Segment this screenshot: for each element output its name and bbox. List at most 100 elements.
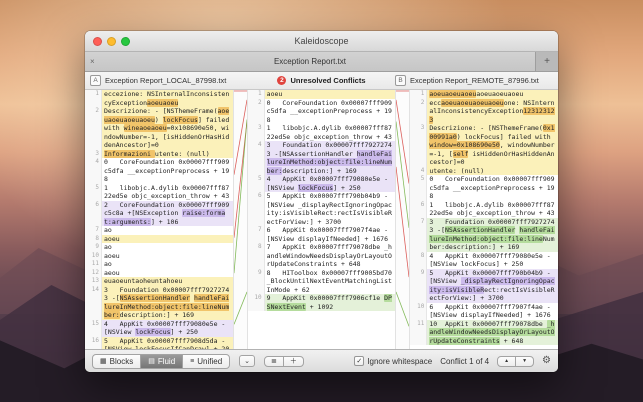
blocks-view-button[interactable]: ▦ Blocks — [93, 355, 141, 368]
window-titlebar[interactable]: Kaleidoscope — [85, 31, 558, 52]
minimize-button[interactable] — [107, 37, 116, 46]
code-text: aoeuaoeuaoeuaoeuaoeuaoeu — [427, 90, 558, 99]
ignore-whitespace-label: Ignore whitespace — [367, 357, 432, 366]
close-button[interactable] — [93, 37, 102, 46]
checkbox-check-icon[interactable]: ✓ — [354, 356, 364, 366]
line-number: 4 — [248, 141, 265, 175]
code-line[interactable]: 4utente: (null) — [410, 167, 558, 176]
code-text: aeou — [102, 269, 233, 278]
code-line: 31 libobjc.A.dylib 0x00007fff8722ed5e ob… — [248, 124, 396, 141]
code-text: 9 AppKit 0x00007fff7906cf1e DPSNextEvent… — [265, 294, 396, 311]
chevron-down-icon: ▼ — [522, 358, 527, 365]
view-mode-segmented-control: ▦ Blocks ▤ Fluid ≡ Unified — [92, 354, 230, 369]
code-text: 0 CoreFoundation 0x00007fff909c5dfa __ex… — [427, 175, 558, 201]
file-a-name: Exception Report_LOCAL_87998.txt — [105, 76, 226, 85]
fluid-icon: ▤ — [148, 358, 155, 365]
code-line[interactable]: 165 AppKit 0x00007fff7908d5da -[NSView l… — [85, 337, 233, 350]
code-line[interactable]: 109 AppKit 0x00007fff7906cf1e DPSNextEve… — [248, 294, 396, 311]
line-number: 2 — [410, 99, 427, 125]
code-line[interactable]: 43 Foundation 0x00007fff79272743 -[NSAss… — [248, 141, 396, 175]
code-line[interactable]: 2Descrizione: - [NSThemeFrame(aoeuaoeuao… — [85, 107, 233, 150]
merge-settings-button[interactable]: ⚙ — [542, 356, 551, 366]
line-number: 3 — [248, 124, 265, 141]
line-number: 3 — [410, 124, 427, 167]
code-line[interactable]: 95 AppKit 0x00007fff790b04b9 -[NSView _d… — [410, 269, 558, 303]
line-number: 7 — [410, 218, 427, 252]
wrench-icon: ⚙ — [542, 355, 551, 366]
code-text: ao — [102, 243, 233, 252]
fluid-view-button[interactable]: ▤ Fluid — [141, 355, 183, 368]
code-text: ao — [102, 226, 233, 235]
code-line: 76 AppKit 0x00007fff7907f4ae -[NSView di… — [248, 226, 396, 243]
conflict-count-badge: 2 — [277, 76, 286, 85]
text-size-button[interactable]: ＋ — [284, 357, 303, 366]
code-line: 20 CoreFoundation 0x00007fff909c5dfa __e… — [248, 99, 396, 125]
code-line[interactable]: 73 Foundation 0x00007fff79272743 -[NSAss… — [410, 218, 558, 252]
line-number: 4 — [85, 158, 102, 184]
file-header-bar: A Exception Report_LOCAL_87998.txt 2 Unr… — [85, 72, 558, 90]
code-text: utente: (null) — [427, 167, 558, 176]
line-number: 5 — [85, 184, 102, 201]
line-number: 2 — [85, 107, 102, 150]
line-number: 7 — [85, 226, 102, 235]
code-line[interactable]: 1110 AppKit 0x00007fff79078dbe _handleWi… — [410, 320, 558, 346]
code-line[interactable]: 3Descrizione: - [NSThemeFrame(0x100991a0… — [410, 124, 558, 167]
line-number: 10 — [248, 294, 265, 311]
zoom-button[interactable] — [121, 37, 130, 46]
line-number: 12 — [85, 269, 102, 278]
line-number: 1 — [248, 90, 265, 99]
code-line: 11ao — [85, 260, 233, 269]
code-text: aoeu — [265, 90, 396, 99]
code-line[interactable]: 8aoeu — [85, 235, 233, 244]
line-number: 15 — [85, 320, 102, 337]
traffic-lights — [93, 31, 130, 51]
window-title: Kaleidoscope — [294, 36, 348, 46]
code-line[interactable]: 3Informazioni utente: (null) — [85, 150, 233, 159]
pane-b-lines[interactable]: 1aoeuaoeuaoeuaoeuaoeuaoeu2eccaoeuaoeuaoe… — [410, 90, 558, 349]
code-line[interactable]: 13euaoeuntaoheuntahoeu — [85, 277, 233, 286]
line-number: 8 — [410, 252, 427, 269]
unified-view-button[interactable]: ≡ Unified — [183, 355, 229, 368]
next-conflict-button[interactable]: ▼ — [516, 357, 533, 366]
file-b-name: Exception Report_REMOTE_87996.txt — [410, 76, 539, 85]
tab-exception-report[interactable]: × Exception Report.txt — [85, 52, 536, 71]
version-a-badge: A — [90, 75, 101, 86]
new-tab-button[interactable]: + — [536, 52, 558, 71]
code-text: 7 AppKit 0x00007fff79078dbe _handleWindo… — [265, 243, 396, 269]
code-text: 5 AppKit 0x00007fff7908d5da -[NSView loc… — [102, 337, 233, 350]
plus-icon: + — [544, 56, 550, 67]
code-line: 40 CoreFoundation 0x00007fff909c5dfa __e… — [85, 158, 233, 184]
line-number: 9 — [248, 269, 265, 295]
ignore-whitespace-checkbox[interactable]: ✓ Ignore whitespace — [354, 356, 432, 366]
line-number: 16 — [85, 337, 102, 350]
code-line: 12aeou — [85, 269, 233, 278]
code-line[interactable]: 62 CoreFoundation 0x00007fff909c5c8a +[N… — [85, 201, 233, 227]
code-line[interactable]: 1aoeu — [248, 90, 396, 99]
code-line[interactable]: 54 AppKit 0x00007fff79080e5e -[NSView lo… — [248, 175, 396, 192]
code-text: 0 CoreFoundation 0x00007fff909c5dfa __ex… — [265, 99, 396, 125]
pane-a-lines[interactable]: 1eccezione: NSInternalInconsistencyExcep… — [85, 90, 233, 349]
code-line[interactable]: 1aoeuaoeuaoeuaoeuaoeuaoeu — [410, 90, 558, 99]
code-line[interactable]: 154 AppKit 0x00007fff79080e5e -[NSView l… — [85, 320, 233, 337]
code-text: 4 AppKit 0x00007fff79080e5e -[NSView loc… — [427, 252, 558, 269]
toolbar-right-group: ✓ Ignore whitespace Conflict 1 of 4 ▲ ▼ … — [354, 356, 551, 367]
pane-base-lines[interactable]: 1aoeu20 CoreFoundation 0x00007fff909c5df… — [248, 90, 396, 349]
code-line: 87 AppKit 0x00007fff79078dbe _handleWind… — [248, 243, 396, 269]
line-number: 8 — [85, 235, 102, 244]
code-text: ao — [102, 260, 233, 269]
line-number: 11 — [410, 320, 427, 346]
code-line[interactable]: 2eccaoeuaoeuaoeuaoeuone: NSInternalIncon… — [410, 99, 558, 125]
line-number: 5 — [248, 175, 265, 192]
code-text: Descrizione: - [NSThemeFrame(0x100991a0)… — [427, 124, 558, 167]
view-options-dropdown[interactable]: ⌄ — [239, 355, 255, 367]
code-line: 10aoeu — [85, 252, 233, 261]
code-line[interactable]: 143 Foundation 0x00007fff79272743 -[NSAs… — [85, 286, 233, 320]
line-wrap-toggle[interactable]: ≣ — [265, 357, 284, 366]
merge-view: 1eccezione: NSInternalInconsistencyExcep… — [85, 90, 558, 349]
conflict-nav-segmented-control: ▲ ▼ — [497, 356, 534, 367]
code-line[interactable]: 1eccezione: NSInternalInconsistencyExcep… — [85, 90, 233, 107]
previous-conflict-button[interactable]: ▲ — [498, 357, 516, 366]
kaleidoscope-window: Kaleidoscope × Exception Report.txt + A … — [85, 31, 558, 372]
tab-close-icon[interactable]: × — [90, 58, 95, 66]
connector-right — [395, 90, 410, 349]
